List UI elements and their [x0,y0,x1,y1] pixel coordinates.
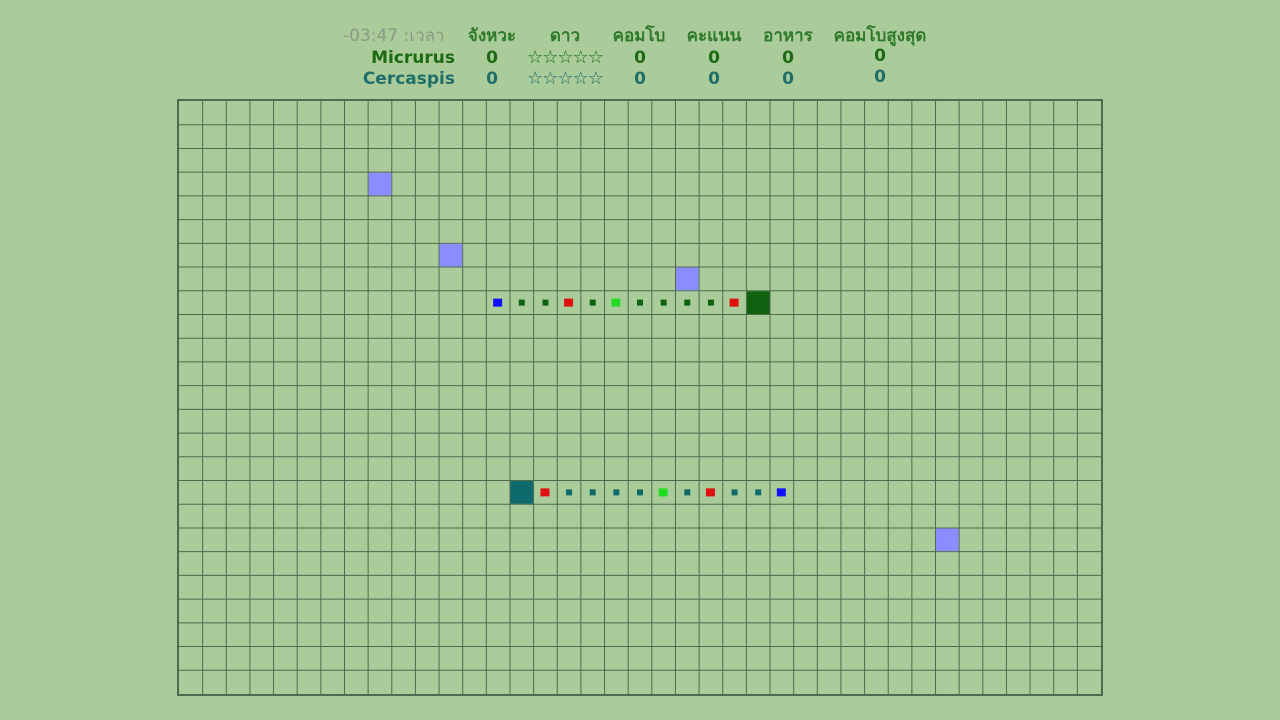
player-rhythm: 0 [486,69,498,89]
snake-marker [705,488,715,497]
snake-body-segment [707,299,714,306]
game-timer: -03:47 :เวลา [343,26,445,46]
food-item [675,267,699,291]
food-item [936,528,959,552]
player-combo: 0 [634,48,646,68]
snake-body-segment [542,299,549,306]
snake-marker [564,298,574,307]
player-score: 0 [708,48,720,68]
snake-body-segment [637,489,643,496]
snake-body-segment [684,299,691,306]
player-score: 0 [708,69,720,89]
snake-marker [729,298,739,307]
player-name: Cercaspis [362,69,455,89]
snake-head [746,291,770,314]
header-rhythm: จังหวะ [467,26,517,46]
player-rhythm: 0 [486,48,498,68]
snake-body-segment [755,489,762,496]
header-stars: ดาว [549,26,581,46]
snake-head [510,481,534,504]
food-item [368,172,392,196]
game-board[interactable] [177,99,1103,696]
snake-marker [658,488,668,497]
snake-body-segment [637,299,643,306]
player-max-combo: 0 [874,67,886,87]
snake-marker [776,488,786,497]
player-stars: ☆☆☆☆☆ [527,47,604,68]
snake-marker [493,298,503,307]
player-stars: ☆☆☆☆☆ [527,68,604,89]
player-max-combo: 0 [874,46,886,66]
header-score: คะแนน [686,26,742,46]
snake-body-segment [684,489,691,496]
food-item [439,243,463,267]
player-name: Micrurus [371,48,455,68]
player-food: 0 [782,48,794,68]
header-combo: คอมโบ [612,26,666,46]
header-food: อาหาร [763,26,813,46]
snake-body-segment [589,299,596,306]
snake-body-segment [589,489,596,496]
snake-marker [540,488,550,497]
snake-body-segment [518,299,525,306]
snake-marker [611,298,621,307]
player-combo: 0 [634,69,646,89]
board-canvas [179,101,1101,694]
snake-body-segment [731,489,738,496]
player-food: 0 [782,69,794,89]
snake-body-segment [660,299,667,306]
header-max-combo: คอมโบสูงสุด [833,26,927,46]
snake-body-segment [566,489,573,496]
snake-body-segment [613,489,620,496]
